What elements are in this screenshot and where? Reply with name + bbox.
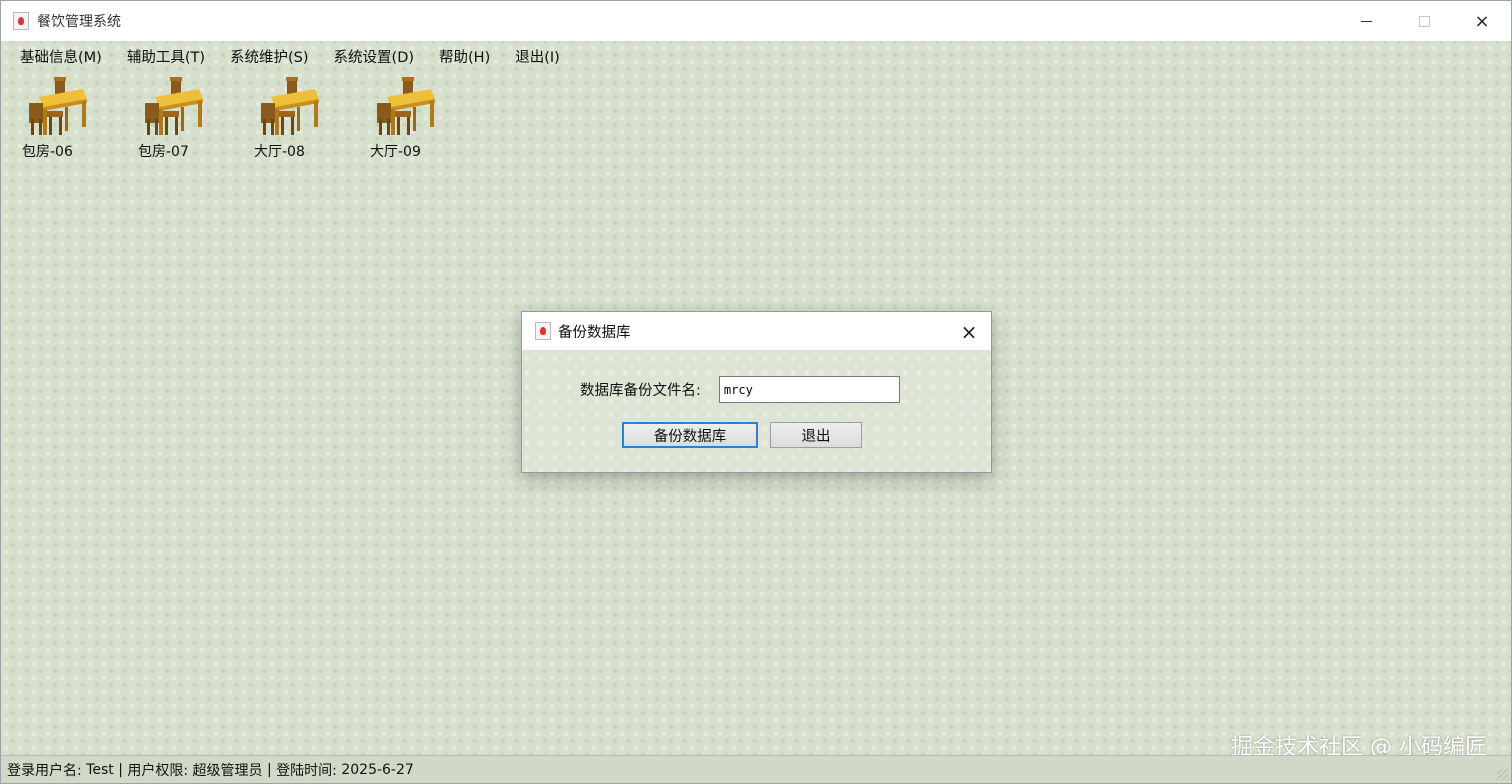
table-tile-09[interactable]: 大厅-09 — [363, 75, 479, 161]
menu-exit[interactable]: 退出(I) — [506, 43, 569, 69]
status-time-value: 2025-6-27 — [341, 761, 414, 778]
app-icon — [13, 12, 29, 30]
menu-basic-info[interactable]: 基础信息(M) — [11, 43, 111, 69]
minimize-button[interactable] — [1337, 1, 1395, 41]
dining-table-icon — [377, 77, 435, 135]
table-tile-06[interactable]: 包房-06 — [15, 75, 131, 161]
status-user-label: 登录用户名: — [7, 762, 82, 779]
maximize-button[interactable] — [1395, 1, 1453, 41]
dialog-title-bar[interactable]: 备份数据库 × — [522, 312, 991, 350]
dining-table-icon — [29, 77, 87, 135]
table-grid: 包房-06 包房-07 大厅-08 大厅-09 — [15, 75, 479, 161]
status-time-label: 登陆时间: — [276, 762, 337, 779]
title-bar: 餐饮管理系统 × — [1, 1, 1511, 41]
dialog-close-icon[interactable]: × — [959, 320, 979, 344]
menu-tools[interactable]: 辅助工具(T) — [118, 43, 214, 69]
backup-filename-input[interactable] — [718, 376, 900, 403]
close-icon: × — [1474, 10, 1490, 32]
close-button[interactable]: × — [1453, 1, 1511, 41]
dining-table-icon — [145, 77, 203, 135]
dialog-exit-button[interactable]: 退出 — [770, 422, 862, 448]
maximize-icon — [1418, 15, 1430, 27]
menu-bar: 基础信息(M) 辅助工具(T) 系统维护(S) 系统设置(D) 帮助(H) 退出… — [1, 43, 576, 69]
minimize-icon — [1360, 20, 1372, 22]
table-label: 大厅-09 — [370, 144, 421, 160]
main-window: 餐饮管理系统 × 基础信息(M) 辅助工具(T) 系统维护(S) 系统设置(D)… — [0, 0, 1512, 784]
table-label: 包房-06 — [22, 144, 73, 160]
status-role-value: 超级管理员 — [192, 762, 263, 779]
filename-row: 数据库备份文件名: — [580, 376, 900, 403]
status-user-value: Test — [86, 761, 114, 778]
dialog-buttons: 备份数据库 退出 — [622, 422, 862, 448]
filename-label: 数据库备份文件名: — [580, 383, 701, 399]
table-label: 大厅-08 — [254, 144, 305, 160]
menu-help[interactable]: 帮助(H) — [430, 43, 499, 69]
status-bar: 登录用户名: Test | 用户权限: 超级管理员 | 登陆时间: 2025-6… — [1, 755, 1511, 783]
window-controls: × — [1337, 1, 1511, 41]
window-title: 餐饮管理系统 — [37, 14, 121, 30]
table-tile-08[interactable]: 大厅-08 — [247, 75, 363, 161]
app-icon — [535, 322, 551, 340]
resize-grip-icon[interactable] — [1497, 769, 1509, 781]
backup-database-button[interactable]: 备份数据库 — [622, 422, 758, 448]
status-role-label: 用户权限: — [127, 762, 189, 779]
backup-database-dialog: 备份数据库 × 数据库备份文件名: 备份数据库 退出 — [521, 311, 992, 473]
dining-table-icon — [261, 77, 319, 135]
dialog-title: 备份数据库 — [558, 324, 631, 341]
menu-settings[interactable]: 系统设置(D) — [325, 43, 423, 69]
table-label: 包房-07 — [138, 144, 189, 160]
table-tile-07[interactable]: 包房-07 — [131, 75, 247, 161]
menu-maintenance[interactable]: 系统维护(S) — [221, 43, 318, 69]
